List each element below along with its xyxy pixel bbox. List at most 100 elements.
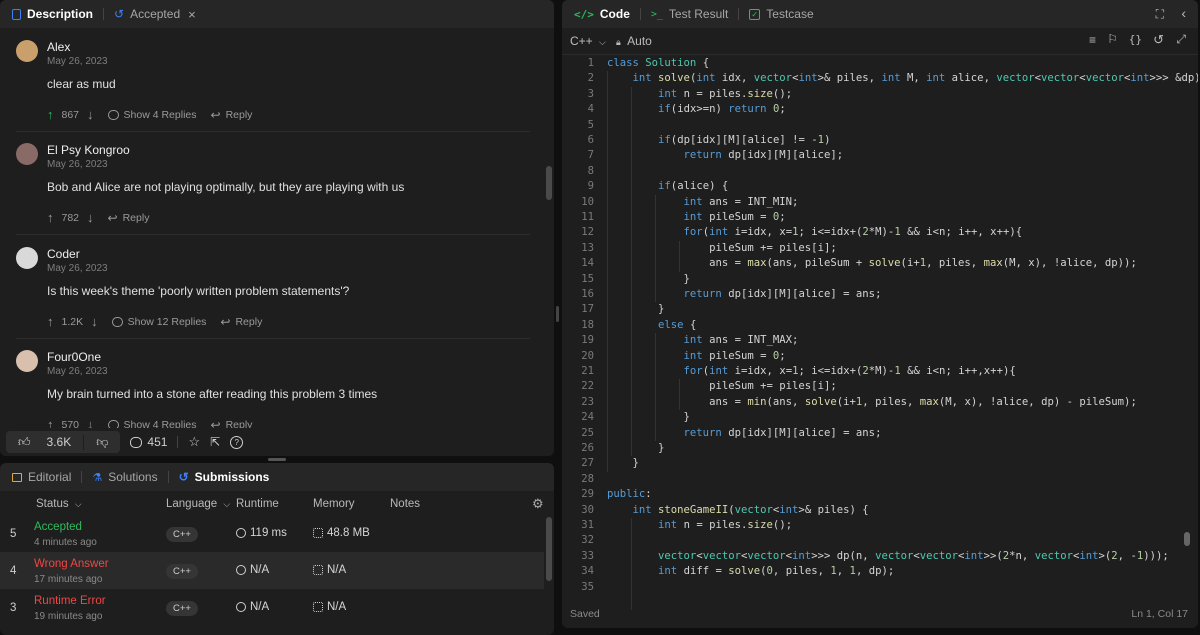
comment-author[interactable]: Four0One	[47, 350, 101, 364]
comment-author[interactable]: Coder	[47, 247, 80, 261]
vote-count: 1.2K	[61, 315, 84, 328]
maximize-icon[interactable]: ⛶	[1156, 7, 1164, 22]
downvote-arrow-icon[interactable]: ↓	[87, 107, 94, 122]
fullscreen-icon[interactable]: ⤢	[1176, 32, 1186, 47]
line-content: class Solution {	[607, 57, 710, 69]
avatar[interactable]	[16, 40, 38, 62]
comment-text: clear as mud	[47, 77, 116, 91]
dislike-button[interactable]: 👎︎	[84, 435, 120, 450]
submission-status[interactable]: Runtime Error	[34, 595, 106, 607]
language-column-header[interactable]: Language ⌵	[166, 498, 230, 510]
reply-label: Reply	[122, 211, 150, 224]
line-content: }	[658, 442, 665, 454]
line-content: }	[658, 303, 665, 316]
language-select[interactable]: C++ ⌵	[570, 34, 606, 48]
avatar[interactable]	[16, 143, 38, 165]
avatar[interactable]	[16, 247, 38, 269]
tab-editorial[interactable]: Editorial	[8, 470, 75, 484]
table-row[interactable]: 4 Wrong Answer 17 minutes ago C++ N/A N/A	[0, 552, 544, 589]
comment-date: May 26, 2023	[47, 56, 108, 67]
memory-value: N/A	[327, 564, 347, 576]
line-content: }	[683, 411, 690, 424]
memory-value: N/A	[327, 601, 347, 613]
tab-description[interactable]: Description	[8, 7, 97, 21]
line-content: }	[683, 272, 690, 285]
comment-author[interactable]: El Psy Kongroo	[47, 143, 130, 157]
comment-author[interactable]: Alex	[47, 40, 70, 54]
status-column-header[interactable]: Status ⌵	[36, 498, 82, 510]
reply-button[interactable]: ↩ Reply	[108, 211, 150, 225]
downvote-arrow-icon[interactable]: ↓	[87, 210, 94, 225]
code-editor[interactable]: 1 class Solution {2 int solve(int idx, ve…	[562, 56, 1198, 611]
upvote-arrow-icon[interactable]: ↑	[47, 107, 54, 122]
collapse-chevron-icon[interactable]: ‹	[1181, 5, 1186, 21]
reply-button[interactable]: ↩ Reply	[220, 315, 262, 329]
line-number: 3	[587, 87, 594, 100]
code-brackets-icon: </>	[574, 7, 594, 21]
tab-test-result[interactable]: >_ Test Result	[647, 7, 732, 21]
comments-button[interactable]: 451	[130, 435, 167, 449]
comment-date: May 26, 2023	[47, 263, 108, 274]
comment-vote: ↑ 782 ↓	[47, 210, 94, 225]
line-content: if(dp[idx][M][alice] != -1)	[658, 134, 831, 146]
description-panel: Description ↺ Accepted × Alex May 26, 202…	[0, 0, 554, 456]
reset-icon[interactable]: ↺	[1153, 32, 1164, 48]
horizontal-resize-handle[interactable]	[268, 458, 286, 461]
line-content: for(int i=idx, x=1; i<=idx+(2*M)-1 && i<…	[683, 226, 1023, 239]
tab-separator	[81, 471, 83, 483]
tab-accepted[interactable]: ↺ Accepted ×	[110, 7, 200, 22]
like-button[interactable]: 👍︎ 3.6K	[6, 434, 85, 450]
avatar[interactable]	[16, 350, 38, 372]
comment-actions: ↑ 867 ↓ Show 4 Replies ↩ Reply	[47, 107, 252, 122]
format-icon[interactable]: ≡	[1089, 33, 1096, 47]
line-content: return dp[idx][M][alice] = ans;	[683, 426, 882, 439]
curly-braces-icon[interactable]: {}	[1129, 33, 1142, 46]
close-icon[interactable]: ×	[188, 7, 196, 22]
tab-solutions[interactable]: ⚗︎ Solutions	[88, 470, 161, 484]
line-number: 20	[581, 349, 594, 362]
table-row[interactable]: 5 Accepted 4 minutes ago C++ 119 ms 48.8 MB	[0, 515, 544, 552]
code-scrollbar[interactable]	[1184, 532, 1190, 546]
submission-status[interactable]: Wrong Answer	[34, 558, 109, 570]
settings-gear-icon[interactable]: ⚙︎	[532, 496, 544, 512]
vertical-resize-handle[interactable]	[556, 306, 559, 322]
description-scrollbar[interactable]	[546, 166, 552, 200]
tab-code[interactable]: </> Code	[570, 7, 634, 21]
indent-guide	[655, 194, 656, 303]
line-number: 19	[581, 334, 594, 347]
star-icon[interactable]: ☆	[188, 434, 200, 450]
lock-icon: 🔒︎	[616, 37, 621, 47]
line-number: 12	[581, 226, 594, 239]
line-content: int n = piles.size();	[658, 87, 793, 100]
help-icon[interactable]: ?	[230, 435, 244, 449]
like-count: 3.6K	[46, 435, 72, 449]
upvote-arrow-icon[interactable]: ↑	[47, 210, 54, 225]
tab-description-label: Description	[27, 7, 94, 21]
language-select-label: C++	[570, 34, 593, 48]
submission-status[interactable]: Accepted	[34, 521, 82, 533]
submissions-scrollbar[interactable]	[546, 517, 552, 581]
share-icon[interactable]: ⇱	[210, 435, 220, 449]
line-content: }	[632, 457, 639, 470]
show-replies-button[interactable]: Show 12 Replies	[111, 316, 206, 328]
table-row[interactable]: 3 Runtime Error 19 minutes ago C++ N/A N/A	[0, 589, 544, 626]
show-replies-label: Show 4 Replies	[123, 108, 197, 121]
downvote-arrow-icon[interactable]: ↓	[91, 314, 98, 329]
table-header: Status ⌵ Language ⌵ Runtime Memory Notes…	[0, 494, 554, 516]
auto-mode-toggle[interactable]: 🔒︎ Auto	[616, 34, 652, 48]
memory-cell: 48.8 MB	[313, 527, 370, 539]
comment-bubble-icon	[111, 316, 123, 327]
thumbs-up-icon: 👍︎	[18, 434, 31, 449]
reply-button[interactable]: ↩ Reply	[211, 108, 253, 122]
bookmark-icon[interactable]: ⚐	[1107, 32, 1118, 46]
runtime-value: N/A	[250, 601, 270, 613]
upvote-arrow-icon[interactable]: ↑	[47, 314, 54, 329]
tab-submissions[interactable]: ↺ Submissions	[175, 470, 274, 484]
show-replies-button[interactable]: Show 4 Replies	[107, 108, 197, 121]
line-content: int n = piles.size();	[658, 519, 793, 531]
tab-solutions-label: Solutions	[108, 470, 158, 484]
line-number: 1	[587, 57, 594, 69]
line-content: vector<vector<vector<int>>> dp(n, vector…	[658, 549, 1169, 562]
clock-icon	[236, 528, 246, 538]
tab-testcase[interactable]: ✓ Testcase	[745, 7, 817, 21]
